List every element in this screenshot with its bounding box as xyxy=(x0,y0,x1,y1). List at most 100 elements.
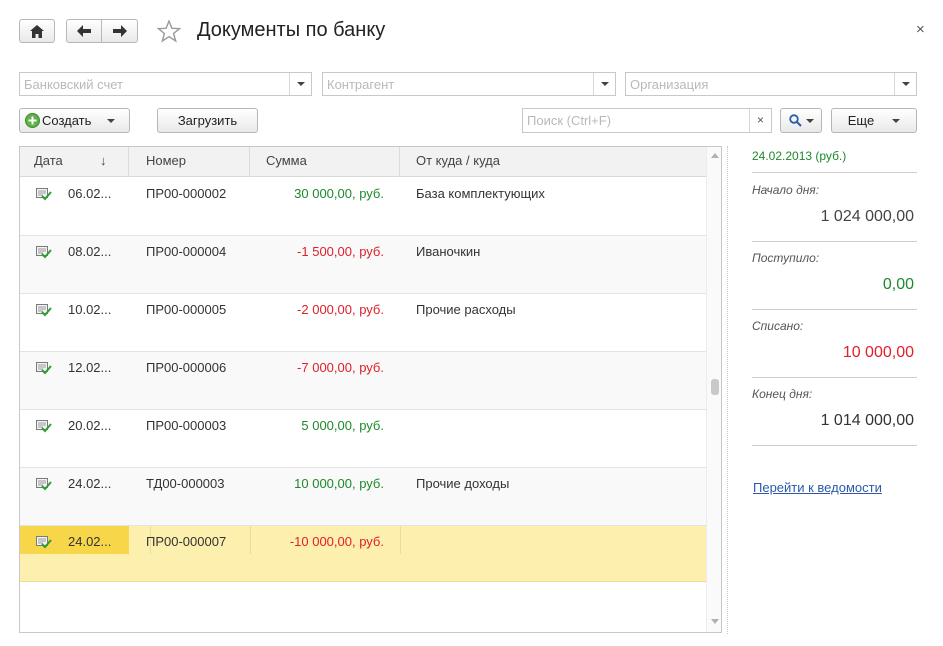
cell-from-to: Прочие доходы xyxy=(416,476,510,491)
home-icon xyxy=(30,24,44,38)
bank-account-input[interactable]: Банковский счет xyxy=(20,77,289,92)
counterparty-dropdown-button[interactable] xyxy=(593,73,615,95)
counterparty-field[interactable]: Контрагент xyxy=(322,72,616,96)
documents-table: Дата ↓ Номер Сумма От куда / куда 06.02.… xyxy=(19,146,722,633)
cell-date: 06.02... xyxy=(68,186,112,201)
end-of-day-value: 1 014 000,00 xyxy=(820,412,914,429)
column-header-number[interactable]: Номер xyxy=(130,147,250,177)
posted-document-icon xyxy=(36,419,52,433)
start-of-day-value: 1 024 000,00 xyxy=(820,208,914,225)
cell-amount: 10 000,00, руб. xyxy=(294,476,384,491)
cell-from-to: Иваночкин xyxy=(416,244,481,259)
cell-date: 24.02... xyxy=(68,476,112,491)
favorite-star-icon[interactable] xyxy=(157,20,181,43)
table-row[interactable]: 08.02... ПР00-000004 -1 500,00, руб. Иваноч… xyxy=(20,236,706,294)
cell-date: 08.02... xyxy=(68,244,112,259)
posted-document-icon xyxy=(36,187,52,201)
cell-amount: -1 500,00, руб. xyxy=(297,244,384,259)
summary-divider xyxy=(752,377,917,378)
selected-row-extension xyxy=(20,554,706,582)
cell-amount: -2 000,00, руб. xyxy=(297,302,384,317)
counterparty-input[interactable]: Контрагент xyxy=(323,77,593,92)
bank-account-dropdown-button[interactable] xyxy=(289,73,311,95)
page-title: Документы по банку xyxy=(197,19,386,41)
cell-amount: -10 000,00, руб. xyxy=(289,534,384,549)
posted-document-icon xyxy=(36,361,52,375)
chevron-down-icon xyxy=(600,82,609,86)
cell-date: 20.02... xyxy=(68,418,112,433)
summary-divider xyxy=(752,241,917,242)
posted-document-icon xyxy=(36,303,52,317)
cell-number: ПР00-000005 xyxy=(146,302,227,317)
posted-document-icon xyxy=(36,477,52,491)
search-input[interactable]: Поиск (Ctrl+F) xyxy=(523,113,749,128)
panel-separator xyxy=(727,146,728,634)
arrow-right-icon xyxy=(112,25,127,37)
written-off-label: Списано: xyxy=(752,319,804,333)
chevron-down-icon xyxy=(107,118,116,123)
cell-from-to: База комплектующих xyxy=(416,186,545,201)
cell-date: 12.02... xyxy=(68,360,112,375)
received-value: 0,00 xyxy=(882,276,914,293)
start-of-day-label: Начало дня: xyxy=(752,183,820,197)
end-of-day-label: Конец дня: xyxy=(752,387,813,401)
cell-amount: 30 000,00, руб. xyxy=(294,186,384,201)
received-label: Поступило: xyxy=(752,251,820,265)
more-button-label: Еще xyxy=(847,113,875,128)
search-options-button[interactable] xyxy=(780,108,822,133)
scrollbar-thumb[interactable] xyxy=(711,379,719,395)
scroll-down-icon[interactable] xyxy=(711,619,719,624)
create-button[interactable]: Создать xyxy=(19,108,130,133)
cell-from-to: Прочие расходы xyxy=(416,302,516,317)
written-off-value: 10 000,00 xyxy=(842,344,914,361)
arrow-left-icon xyxy=(77,25,91,37)
go-to-statement-link[interactable]: Перейти к ведомости xyxy=(753,480,882,495)
cell-amount: -7 000,00, руб. xyxy=(297,360,384,375)
search-field[interactable]: Поиск (Ctrl+F) × xyxy=(522,108,772,133)
sort-arrow-icon: ↓ xyxy=(100,153,107,168)
chevron-down-icon xyxy=(901,82,910,86)
table-scrollbar[interactable] xyxy=(706,147,721,632)
organization-dropdown-button[interactable] xyxy=(894,73,916,95)
load-button[interactable]: Загрузить xyxy=(157,108,258,133)
posted-document-icon xyxy=(36,535,52,549)
table-row-selected[interactable]: 24.02... ПР00-000007 -10 000,00, руб. xyxy=(20,526,706,556)
column-header-date[interactable]: Дата ↓ xyxy=(20,147,129,177)
clear-search-icon[interactable]: × xyxy=(749,109,771,132)
table-header: Дата ↓ Номер Сумма От куда / куда xyxy=(20,147,706,177)
column-header-from-to[interactable]: От куда / куда xyxy=(400,147,706,177)
scroll-up-icon[interactable] xyxy=(711,153,719,158)
posted-document-icon xyxy=(36,245,52,259)
cell-number: ПР00-000004 xyxy=(146,244,227,259)
cell-number: ПР00-000006 xyxy=(146,360,227,375)
close-icon[interactable]: × xyxy=(916,21,925,38)
chevron-down-icon xyxy=(805,118,814,123)
table-row[interactable]: 20.02... ПР00-000003 5 000,00, руб. xyxy=(20,410,706,468)
organization-input[interactable]: Организация xyxy=(626,77,894,92)
plus-circle-icon xyxy=(25,113,40,128)
cell-date: 24.02... xyxy=(68,534,112,549)
table-row[interactable]: 06.02... ПР00-000002 30 000,00, руб. База к… xyxy=(20,178,706,236)
home-button[interactable] xyxy=(19,19,55,43)
cell-number: ПР00-000003 xyxy=(146,418,227,433)
bank-account-field[interactable]: Банковский счет xyxy=(19,72,312,96)
chevron-down-icon xyxy=(296,82,305,86)
chevron-down-icon xyxy=(892,118,901,123)
forward-button[interactable] xyxy=(101,19,138,43)
create-button-label: Создать xyxy=(42,113,92,128)
table-row[interactable]: 24.02... ТД00-000003 10 000,00, руб. Прочие… xyxy=(20,468,706,526)
column-header-amount[interactable]: Сумма xyxy=(250,147,400,177)
cell-amount: 5 000,00, руб. xyxy=(301,418,384,433)
cell-number: ПР00-000007 xyxy=(146,534,227,549)
summary-divider xyxy=(752,172,917,173)
column-header-date-label: Дата xyxy=(34,153,63,168)
table-row[interactable]: 12.02... ПР00-000006 -7 000,00, руб. xyxy=(20,352,706,410)
column-divider xyxy=(400,526,401,556)
load-button-label: Загрузить xyxy=(177,113,238,128)
organization-field[interactable]: Организация xyxy=(625,72,917,96)
cell-number: ТД00-000003 xyxy=(146,476,225,491)
more-button[interactable]: Еще xyxy=(831,108,917,133)
summary-divider xyxy=(752,309,917,310)
back-button[interactable] xyxy=(66,19,102,43)
table-row[interactable]: 10.02... ПР00-000005 -2 000,00, руб. Прочие… xyxy=(20,294,706,352)
